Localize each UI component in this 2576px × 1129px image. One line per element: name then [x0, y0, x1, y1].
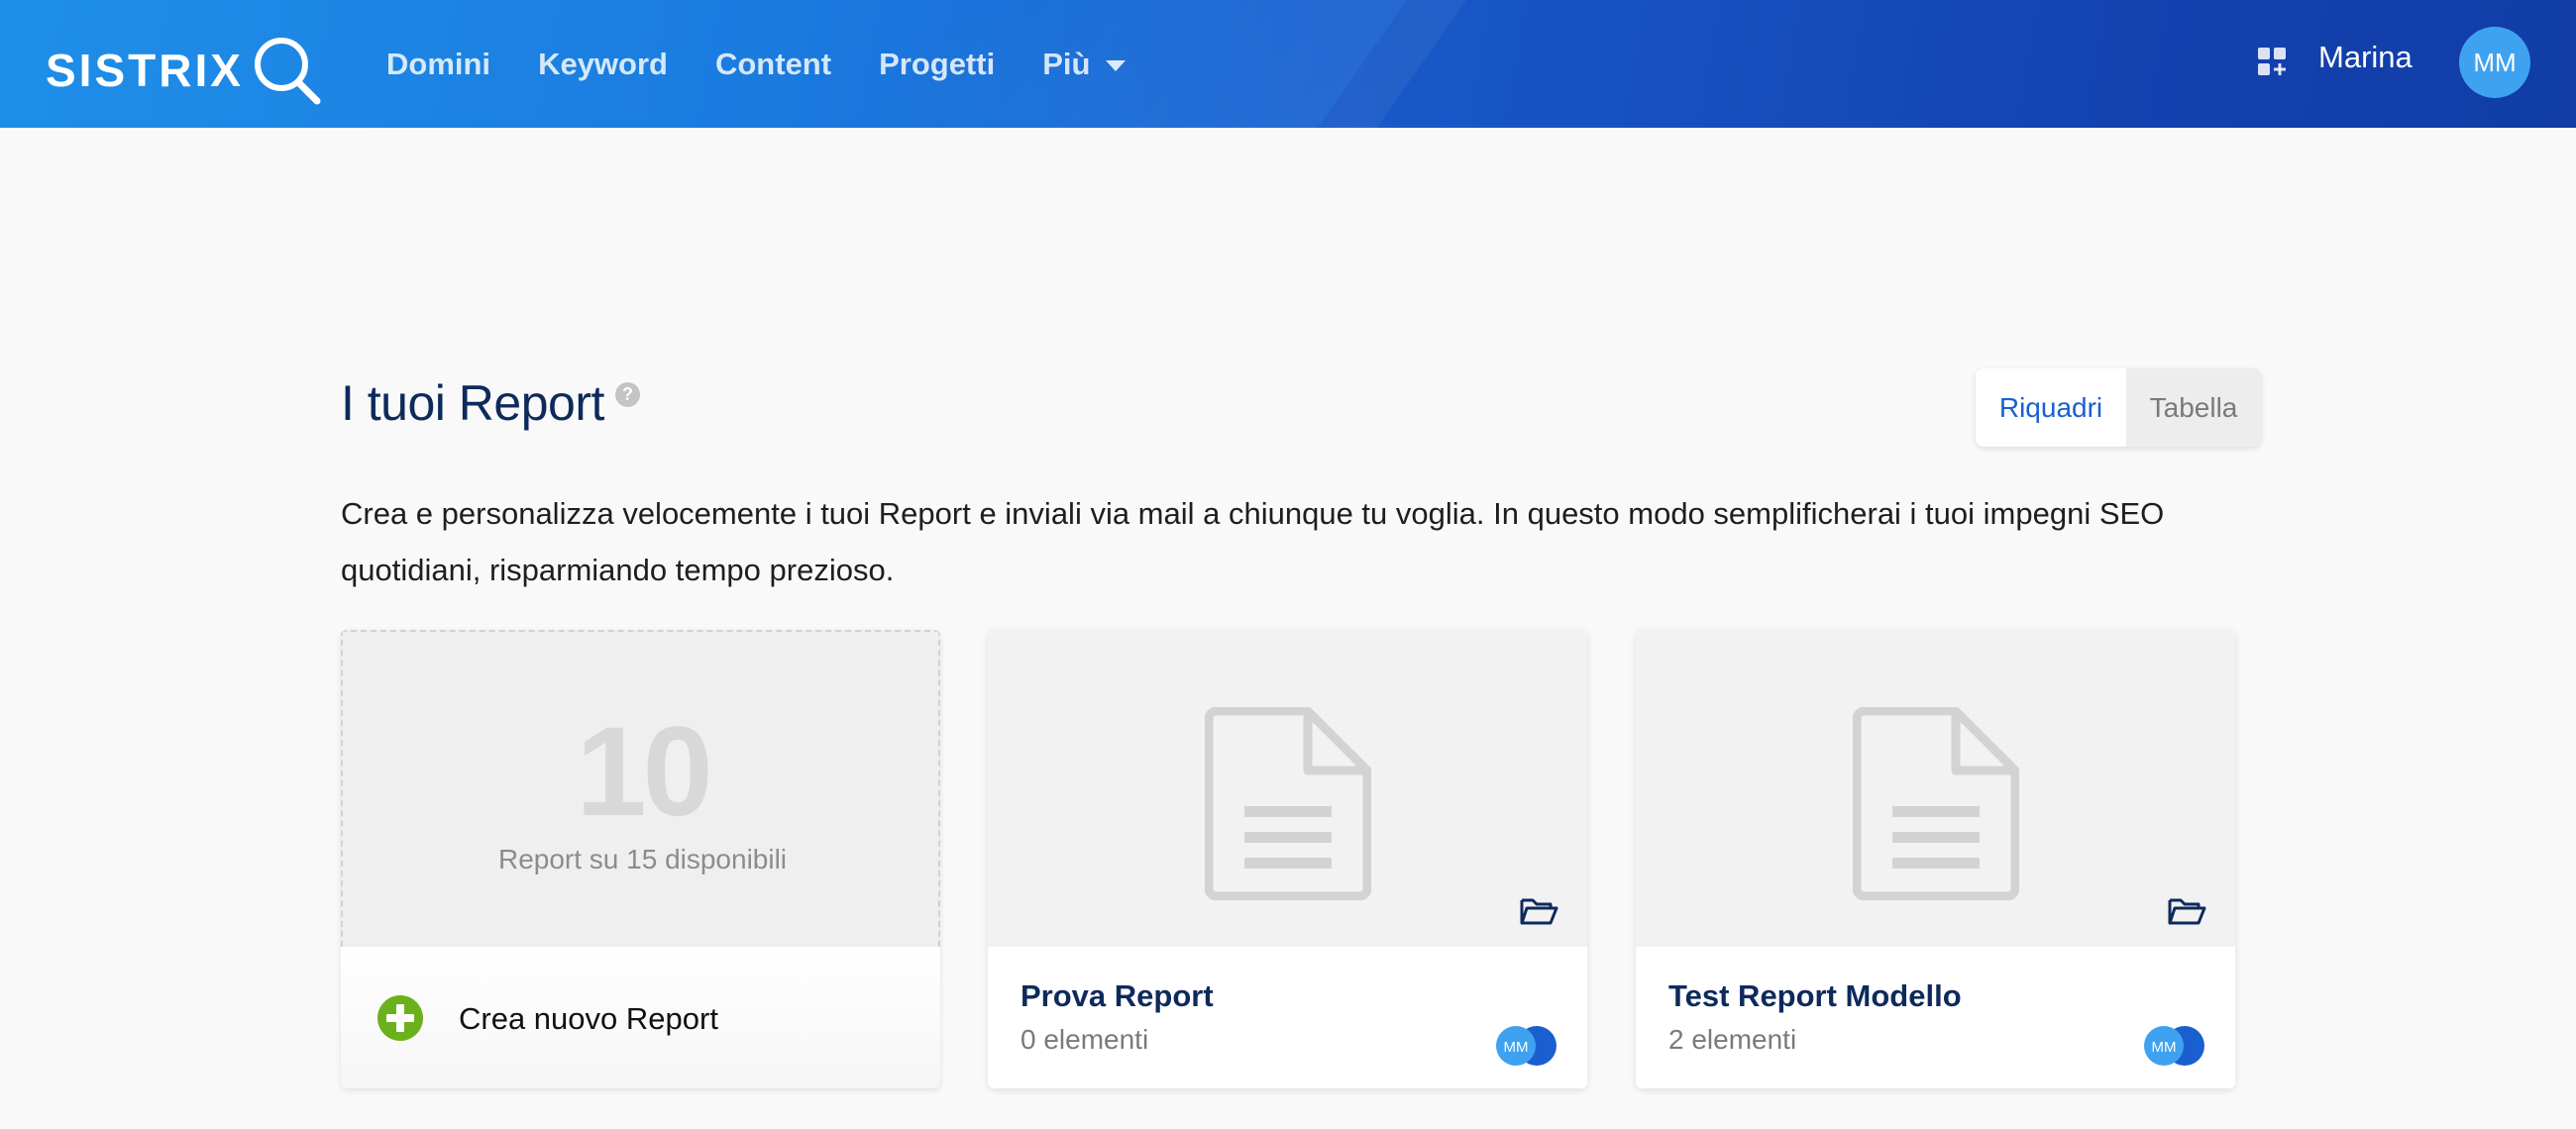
report-item-count: 2 elementi: [1668, 1024, 1797, 1055]
nav-piu-dropdown[interactable]: Più: [1042, 47, 1127, 82]
nav-domini[interactable]: Domini: [386, 47, 490, 82]
report-thumbnail: [988, 630, 1587, 947]
page-title: I tuoi Report: [341, 375, 604, 431]
magnifier-icon: [254, 38, 321, 105]
quota-label: Report su 15 disponibili: [497, 844, 788, 874]
owner-avatar-badge: MM: [1496, 1026, 1556, 1066]
nav-keyword[interactable]: Keyword: [538, 47, 668, 82]
page-description: Crea e personalizza velocemente i tuoi R…: [341, 496, 2165, 587]
quota-number: 10: [576, 701, 712, 843]
svg-text:MM: MM: [2152, 1039, 2177, 1056]
svg-text:MM: MM: [1504, 1039, 1529, 1056]
folder-open-icon[interactable]: [2167, 894, 2206, 928]
folder-open-icon[interactable]: [1519, 894, 1558, 928]
logo-text: SISTRIX: [46, 45, 244, 96]
chevron-down-icon: [1106, 60, 1127, 71]
document-icon: [1853, 707, 2019, 900]
view-toggle: Riquadri Tabella: [1976, 368, 2261, 447]
user-avatar[interactable]: MM: [2459, 27, 2530, 98]
create-report-card[interactable]: 10 Report su 15 disponibili Crea nuovo R…: [341, 630, 940, 1088]
plus-circle-icon: [377, 995, 423, 1041]
view-tiles-button[interactable]: Riquadri: [1976, 368, 2126, 447]
sistrix-logo[interactable]: SISTRIX: [46, 34, 327, 107]
report-card[interactable]: Test Report Modello 2 elementi MM: [1636, 630, 2235, 1088]
main-nav: Domini Keyword Content Progetti Più: [386, 0, 1173, 128]
apps-grid-icon[interactable]: [2256, 46, 2288, 77]
report-item-count: 0 elementi: [1020, 1024, 1149, 1055]
view-table-button[interactable]: Tabella: [2126, 368, 2261, 447]
document-icon: [1205, 707, 1371, 900]
quota-panel: 10 Report su 15 disponibili: [341, 630, 940, 947]
nav-content[interactable]: Content: [715, 47, 831, 82]
report-card[interactable]: Prova Report 0 elementi MM: [988, 630, 1587, 1088]
create-report-button[interactable]: Crea nuovo Report: [341, 947, 940, 1088]
nav-progetti[interactable]: Progetti: [879, 47, 995, 82]
create-report-label: Crea nuovo Report: [459, 1001, 718, 1036]
report-title[interactable]: Prova Report: [1020, 978, 1214, 1014]
report-title[interactable]: Test Report Modello: [1668, 978, 1962, 1014]
user-name[interactable]: Marina: [2318, 40, 2413, 75]
report-thumbnail: [1636, 630, 2235, 947]
top-navigation-bar: SISTRIX Domini Keyword Content Progetti …: [0, 0, 2576, 128]
help-icon[interactable]: ?: [615, 382, 640, 407]
owner-avatar-badge: MM: [2144, 1026, 2204, 1066]
